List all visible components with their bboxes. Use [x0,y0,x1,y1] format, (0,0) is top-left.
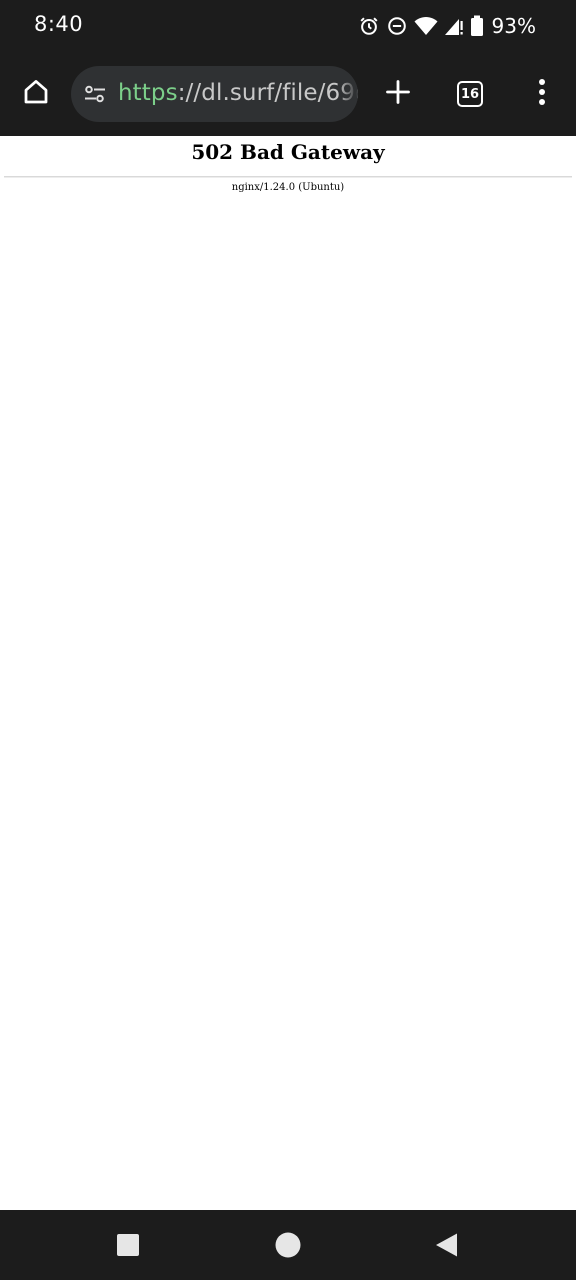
url-host-path: ://dl.surf/file/69c [177,80,358,106]
tab-count: 16 [460,86,480,102]
more-options-button[interactable] [520,72,564,116]
do-not-disturb-icon [386,15,408,37]
recent-apps-icon [116,1233,140,1262]
back-button[interactable] [431,1232,461,1262]
status-icons: 93% [358,14,536,38]
battery-icon [470,15,484,37]
more-options-icon [538,78,546,111]
home-button[interactable] [14,72,58,116]
wifi-icon [414,15,438,37]
battery-percentage: 93% [491,14,536,38]
home-nav-button[interactable] [273,1232,303,1262]
status-time: 8:40 [34,12,84,36]
status-bar: 8:40 93% [0,0,576,52]
home-icon [21,77,51,112]
page-info-icon[interactable] [83,82,107,106]
signal-icon [444,15,464,37]
address-bar[interactable]: https://dl.surf/file/69c [71,66,358,122]
error-heading: 502 Bad Gateway [191,140,385,164]
alarm-icon [358,15,380,37]
back-icon [433,1232,459,1263]
url-text[interactable]: https://dl.surf/file/69c [118,80,358,106]
home-circle-icon [275,1232,301,1263]
server-signature: nginx/1.24.0 (Ubuntu) [231,182,345,193]
recent-apps-button[interactable] [113,1232,143,1262]
tab-switcher-icon: 16 [457,81,483,107]
tab-switcher-button[interactable]: 16 [448,72,492,116]
web-page: 502 Bad Gateway nginx/1.24.0 (Ubuntu) [0,136,576,1210]
browser-toolbar: https://dl.surf/file/69c 16 [0,52,576,136]
new-tab-button[interactable] [376,72,420,116]
url-scheme: https [118,80,178,106]
divider [4,176,572,178]
new-tab-icon [384,78,412,111]
url-fade [338,66,358,122]
system-navigation-bar [0,1210,576,1280]
